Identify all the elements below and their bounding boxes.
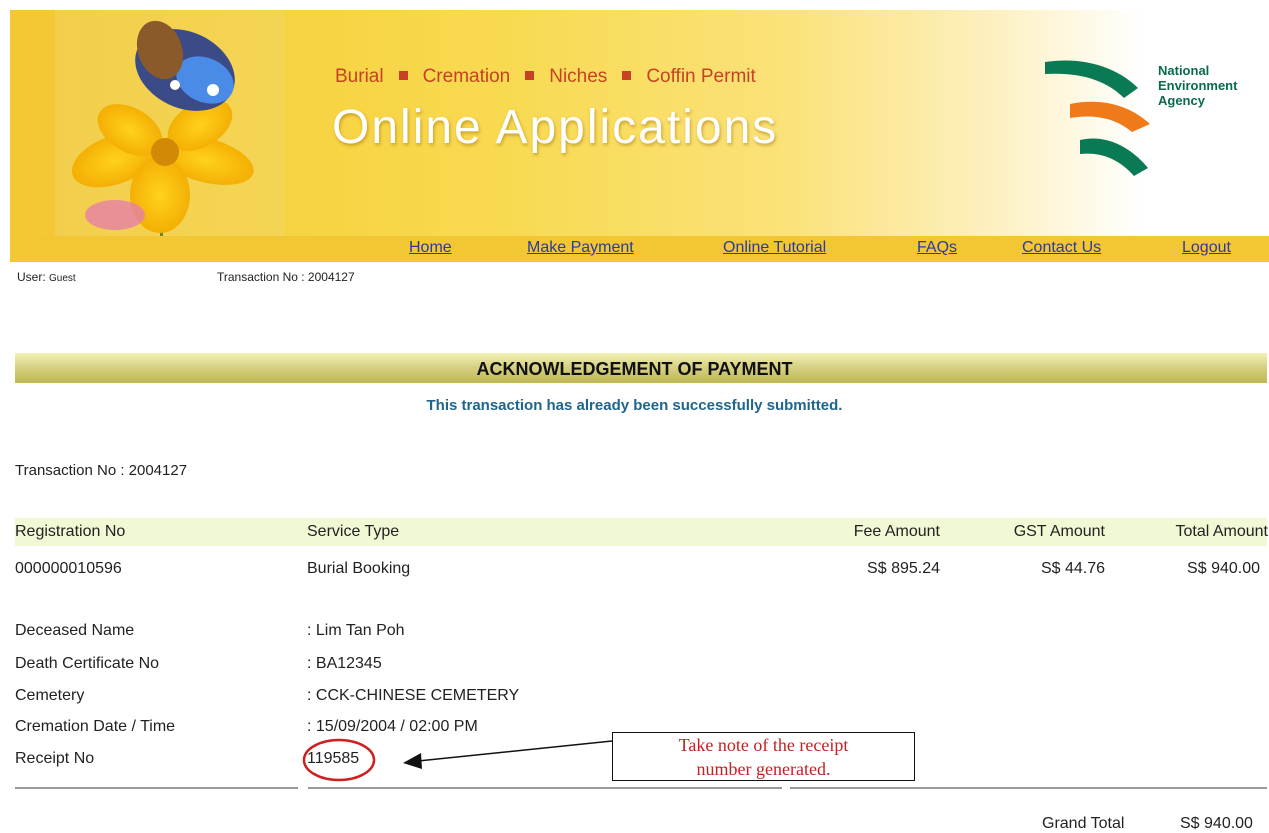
agency-name-line1: National <box>1158 63 1210 78</box>
service-burial: Burial <box>335 66 384 87</box>
bullet-square-icon <box>622 70 632 80</box>
nav-faqs[interactable]: FAQs <box>917 239 957 257</box>
agency-name: National Environment Agency <box>1158 63 1268 108</box>
col-gst-amount: GST Amount <box>1013 523 1105 540</box>
session-transaction: Transaction No : 2004127 <box>217 270 355 284</box>
col-service-type: Service Type <box>307 523 400 540</box>
agency-name-line3: Agency <box>1158 93 1205 108</box>
grand-total-value: S$ 940.00 <box>1180 815 1253 832</box>
divider-middle <box>308 787 782 789</box>
col-fee-amount: Fee Amount <box>853 523 940 540</box>
page-title: ACKNOWLEDGEMENT OF PAYMENT <box>476 359 793 379</box>
value-death-certificate: : BA12345 <box>307 655 382 672</box>
nav-make-payment[interactable]: Make Payment <box>527 239 634 257</box>
service-niches: Niches <box>549 66 608 87</box>
col-total-amount: Total Amount <box>1175 523 1269 540</box>
callout-line1: Take note of the receipt <box>678 735 849 755</box>
cell-gst-amount: S$ 44.76 <box>1040 560 1105 577</box>
annotation-callout: Take note of the receipt number generate… <box>612 732 915 781</box>
value-deceased-name: : Lim Tan Poh <box>307 622 405 639</box>
value-cremation-date: : 15/09/2004 / 02:00 PM <box>307 718 478 735</box>
service-coffin-permit: Coffin Permit <box>646 66 756 87</box>
bullet-square-icon <box>525 70 535 80</box>
nav-logout[interactable]: Logout <box>1182 239 1231 257</box>
cell-fee-amount: S$ 895.24 <box>867 560 940 577</box>
user-value: Guest <box>49 273 76 284</box>
value-receipt-no: 119585 <box>307 750 360 767</box>
bullet-square-icon <box>398 70 408 80</box>
nav-online-tutorial[interactable]: Online Tutorial <box>723 239 826 257</box>
user-info: User: Guest <box>17 270 76 284</box>
site-title: Online Applications <box>332 101 779 154</box>
transaction-number: Transaction No : 2004127 <box>15 462 188 479</box>
col-registration-no: Registration No <box>15 523 126 540</box>
value-cemetery: : CCK-CHINESE CEMETERY <box>307 687 520 704</box>
cell-registration-no: 000000010596 <box>15 560 122 577</box>
callout-line2: number generated. <box>696 759 831 779</box>
service-cremation: Cremation <box>422 66 511 87</box>
grand-total-label: Grand Total <box>1042 815 1125 832</box>
success-message: This transaction has already been succes… <box>426 397 843 414</box>
label-receipt-no: Receipt No <box>15 750 95 767</box>
nea-logo-icon <box>1045 60 1150 176</box>
callout-arrow-line <box>417 740 613 762</box>
label-cemetery: Cemetery <box>15 687 85 704</box>
label-cremation-date: Cremation Date / Time <box>15 718 176 735</box>
divider-right <box>790 787 1267 789</box>
service-links: Burial Cremation Niches Coffin Permit <box>335 66 756 88</box>
nav-home[interactable]: Home <box>409 239 452 257</box>
label-deceased-name: Deceased Name <box>15 622 135 639</box>
divider-left <box>15 787 298 789</box>
cell-service-type: Burial Booking <box>307 560 411 577</box>
agency-name-line2: Environment <box>1158 78 1238 93</box>
callout-arrowhead-icon <box>403 753 422 769</box>
cell-total-amount: S$ 940.00 <box>1187 560 1260 577</box>
label-death-certificate: Death Certificate No <box>15 655 160 672</box>
nav-contact-us[interactable]: Contact Us <box>1022 239 1101 257</box>
user-label: User: <box>17 270 46 284</box>
butterfly-flower-image <box>55 10 285 236</box>
